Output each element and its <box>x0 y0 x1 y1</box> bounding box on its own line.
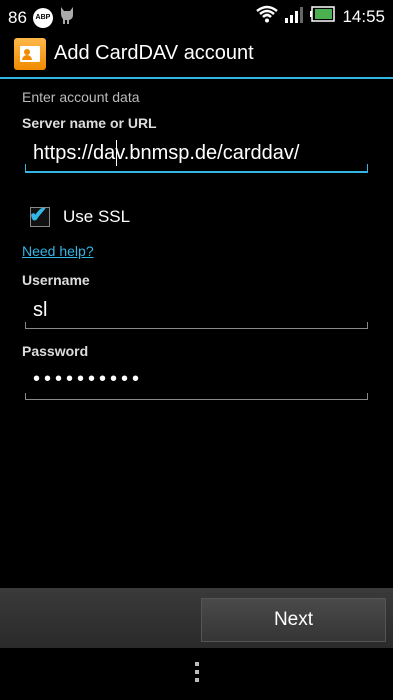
navigation-bar <box>0 648 393 700</box>
need-help-link[interactable]: Need help? <box>22 243 94 259</box>
section-title: Enter account data <box>22 89 140 105</box>
server-url-input[interactable]: https://dav.bnmsp.de/carddav/ <box>25 135 368 173</box>
use-ssl-checkbox[interactable]: ✔ <box>29 202 50 227</box>
password-label: Password <box>22 343 89 359</box>
battery-icon <box>310 6 336 27</box>
username-value: sl <box>33 299 48 321</box>
page-title: Add CardDAV account <box>54 42 254 64</box>
action-bar-divider <box>0 77 393 79</box>
contacts-app-icon <box>14 37 46 70</box>
server-url-value: https://dav.bnmsp.de/carddav/ <box>33 142 300 164</box>
button-bar: Next <box>0 588 393 648</box>
password-input[interactable]: •••••••••• <box>25 363 368 400</box>
wifi-icon <box>256 5 279 28</box>
action-bar: Add CardDAV account <box>0 30 393 77</box>
status-bar: 86 ABP 14:55 <box>0 0 393 30</box>
next-button[interactable]: Next <box>201 598 386 642</box>
cat-icon <box>59 5 77 30</box>
adblock-icon: ABP <box>32 7 53 28</box>
overflow-menu-icon[interactable] <box>195 662 199 686</box>
signal-icon <box>284 5 304 28</box>
password-value: •••••••••• <box>33 368 144 390</box>
checkmark-icon: ✔ <box>29 202 48 227</box>
text-cursor <box>116 140 117 166</box>
username-input[interactable]: sl <box>25 292 368 329</box>
notification-count: 86 <box>8 7 27 27</box>
clock: 14:55 <box>342 6 385 26</box>
use-ssl-label[interactable]: Use SSL <box>63 207 130 227</box>
username-label: Username <box>22 272 90 288</box>
server-label: Server name or URL <box>22 115 157 131</box>
